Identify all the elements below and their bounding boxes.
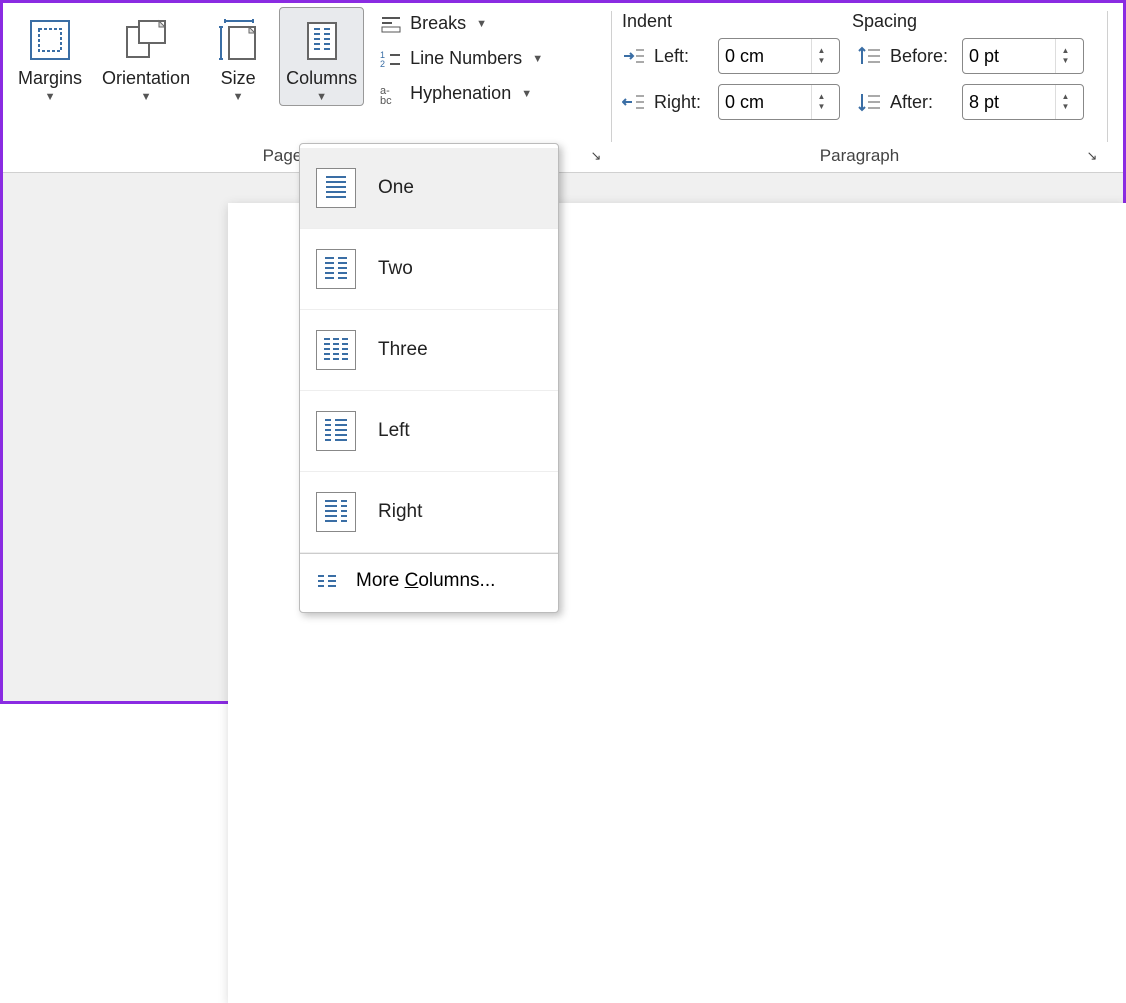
columns-option-label: One [378,177,414,199]
line-numbers-label: Line Numbers [410,48,522,69]
spinner-up-icon[interactable]: ▲ [812,46,831,56]
chevron-down-icon: ▼ [141,91,152,103]
columns-dropdown: One Two Three Left Right More Columns... [299,143,559,613]
margins-label: Margins [18,68,82,89]
spacing-after-spinner[interactable]: ▲▼ [962,84,1084,120]
paragraph-group: Indent Spacing Left: ▲▼ Before: ▲▼ [612,3,1107,172]
page-setup-launcher[interactable]: ↘ [587,148,605,166]
columns-option-three[interactable]: Three [300,310,558,391]
paragraph-launcher[interactable]: ↘ [1083,148,1101,166]
margins-button[interactable]: Margins ▼ [11,7,89,106]
spacing-after-input[interactable] [963,85,1055,119]
hyphenation-label: Hyphenation [410,83,511,104]
chevron-down-icon: ▼ [45,91,56,103]
indent-left-input[interactable] [719,39,811,73]
size-icon [215,12,261,68]
orientation-button[interactable]: Orientation ▼ [95,7,197,106]
hyphenation-button[interactable]: a- bc Hyphenation ▼ [376,81,547,106]
columns-option-label: Three [378,339,428,361]
margins-icon [27,12,73,68]
columns-icon [302,12,342,68]
columns-label: Columns [286,68,357,89]
spacing-before-spinner[interactable]: ▲▼ [962,38,1084,74]
two-column-icon [316,249,356,289]
hyphenation-icon: a- bc [380,84,402,104]
spinner-up-icon[interactable]: ▲ [1056,46,1075,56]
columns-option-label: Two [378,258,413,280]
spacing-header: Spacing [852,11,917,32]
spacing-before-icon [858,46,882,66]
spinner-up-icon[interactable]: ▲ [812,92,831,102]
spinner-up-icon[interactable]: ▲ [1056,92,1075,102]
indent-right-spinner[interactable]: ▲▼ [718,84,840,120]
spacing-after-icon [858,92,882,112]
columns-option-left[interactable]: Left [300,391,558,472]
chevron-down-icon: ▼ [476,18,487,30]
three-column-icon [316,330,356,370]
size-button[interactable]: Size ▼ [203,7,273,106]
more-columns-icon [316,573,338,589]
spacing-before-label: Before: [890,46,954,67]
group-divider [1107,11,1108,142]
columns-button[interactable]: Columns ▼ [279,7,364,106]
columns-option-right[interactable]: Right [300,472,558,553]
line-numbers-icon: 1 2 [380,49,402,69]
spacing-before-input[interactable] [963,39,1055,73]
columns-option-label: Right [378,501,422,523]
indent-left-spinner[interactable]: ▲▼ [718,38,840,74]
indent-right-label: Right: [654,92,710,113]
indent-header: Indent [622,11,852,32]
spinner-down-icon[interactable]: ▼ [812,56,831,66]
columns-option-one[interactable]: One [300,148,558,229]
svg-text:bc: bc [380,95,392,104]
svg-text:2: 2 [380,59,385,69]
line-numbers-button[interactable]: 1 2 Line Numbers ▼ [376,46,547,71]
indent-right-icon [622,92,646,112]
breaks-label: Breaks [410,13,466,34]
document-area [3,173,1123,701]
columns-option-two[interactable]: Two [300,229,558,310]
indent-left-icon [622,46,646,66]
spacing-after-label: After: [890,92,954,113]
size-label: Size [221,68,256,89]
paragraph-group-label: Paragraph [612,146,1107,166]
orientation-label: Orientation [102,68,190,89]
breaks-icon [380,14,402,34]
right-column-icon [316,492,356,532]
spinner-down-icon[interactable]: ▼ [812,102,831,112]
indent-left-label: Left: [654,46,710,67]
more-columns-button[interactable]: More Columns... [300,553,558,608]
chevron-down-icon: ▼ [316,91,327,103]
indent-right-input[interactable] [719,85,811,119]
breaks-button[interactable]: Breaks ▼ [376,11,547,36]
spinner-down-icon[interactable]: ▼ [1056,56,1075,66]
columns-option-label: Left [378,420,410,442]
left-column-icon [316,411,356,451]
orientation-icon [121,12,171,68]
one-column-icon [316,168,356,208]
chevron-down-icon: ▼ [521,88,532,100]
ribbon: Margins ▼ Orientation ▼ [3,3,1123,173]
chevron-down-icon: ▼ [233,91,244,103]
spinner-down-icon[interactable]: ▼ [1056,102,1075,112]
chevron-down-icon: ▼ [532,53,543,65]
more-columns-label: More Columns... [356,570,495,592]
